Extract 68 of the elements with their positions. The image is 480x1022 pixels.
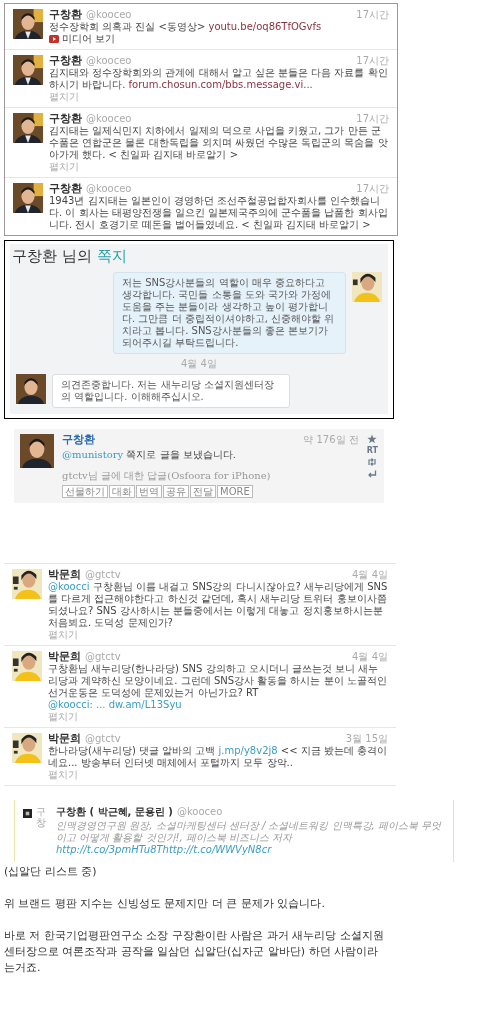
- user-handle: @kooceo: [86, 113, 132, 125]
- user-handle: @kooceo: [176, 806, 223, 818]
- media-link[interactable]: 미디어 보기: [49, 33, 389, 45]
- expand-link[interactable]: 펼치기: [48, 769, 388, 781]
- retweet-icon[interactable]: [367, 457, 378, 467]
- user-handle: @gtctv: [85, 651, 121, 663]
- tweet-text: 1943년 김지태는 일본인이 경영하던 조선주철공업합자회사를 인수했습니다. 이 회사는 태평양전쟁을 일으킨 일본제국주의에 군수품을 납품한 회사입니다. 전시 호경기로 떼돈을 벌어들였네요. < 친일파 김지태 바로알기 >: [49, 195, 389, 231]
- message-bubble: 저는 SNS강사분들의 역할이 매우 중요하다고 생각합니다. 국민들 소통을 도와 국가와 가정에 도움을 주는 분들이라 생각하고 높이 평가합니다. 그만큼 더 중립적이셔야하고, 신중해야할 위치라고 봅니다. SNS강사분들의 좋은 본보기가 되어주시길 부탁드립니다.: [113, 272, 346, 354]
- tweet-time: 4월 4일: [352, 651, 388, 663]
- expand-link[interactable]: 펼치기: [48, 711, 388, 723]
- user-name[interactable]: 구창환: [49, 55, 82, 67]
- tweet-time: 17시간: [356, 183, 389, 195]
- vertical-label: 구창: [36, 806, 46, 830]
- tweet-link[interactable]: forum.chosun.com/bbs.message.vi...: [128, 79, 313, 90]
- tweet-time: 17시간: [356, 55, 389, 67]
- tweet-link[interactable]: youtu.be/oq86TfOGvfs: [208, 21, 322, 32]
- action-button[interactable]: 공유: [163, 485, 189, 498]
- action-button[interactable]: 선물하기: [62, 485, 108, 498]
- tweet-time: 17시간: [356, 113, 389, 125]
- paragraph: 위 브랜드 평판 지수는 신빙성도 문제지만 더 큰 문제가 있습니다.: [4, 896, 326, 912]
- action-button[interactable]: 전달: [190, 485, 216, 498]
- user-handle: @kooceo: [86, 9, 132, 21]
- bio-link[interactable]: http://t.co/3pmHTu8Thttp://t.co/WWVyN8cr: [56, 844, 272, 855]
- star-icon[interactable]: [367, 434, 378, 444]
- user-name[interactable]: 박문희: [48, 651, 81, 663]
- mention-link[interactable]: @munistory: [62, 449, 124, 460]
- square-icon: [23, 809, 32, 818]
- user-name[interactable]: 박문희: [48, 733, 81, 745]
- paragraph: (십알단 리스트 중): [4, 864, 98, 880]
- user-name[interactable]: 구창환: [49, 113, 82, 125]
- user-name[interactable]: 구창환: [49, 9, 82, 21]
- expand-link[interactable]: 펼치기: [48, 629, 388, 641]
- expand-link[interactable]: 펼치기: [49, 161, 389, 173]
- tweet-time: 약 176일 전: [303, 434, 359, 446]
- tweet-text: 정수장학회 의혹과 진실 <동영상> youtu.be/oq86TfOGvfs: [49, 21, 323, 33]
- action-button[interactable]: 대화: [109, 485, 135, 498]
- tweet-source: gtctv님 글에 대한 답글(Osfoora for iPhone): [62, 469, 272, 483]
- tweet-text: @koocci 구창환님 이름 내걸고 SNS강의 다니시잖아요? 새누리당에게 SNS를 다르게 접근해야한다고 하신것 같던데, 혹시 새누리당 트위터 홍보이사쯤 되셨나요? SNS 강사하시는 분들중에서는 이렇게 대놓고 정치홍보하시는분 처음뵈요. 도덕성 문제인가?: [48, 581, 388, 629]
- user-name[interactable]: 박문희: [48, 569, 81, 581]
- tweet-time: 3월 15일: [345, 733, 388, 745]
- user-name[interactable]: 구창환: [49, 183, 82, 195]
- tweet-time: 17시간: [356, 9, 389, 21]
- play-icon: [49, 35, 59, 43]
- tweet-time: 4월 4일: [352, 569, 388, 581]
- paragraph: 바로 저 한국기업평판연구소 소장 구장환이란 사람은 과거 새누리당 소셜지원센터장으로 여론조작과 공작을 일삼던 십알단(십자군 알바단) 하던 사람이라는거죠.: [4, 928, 384, 976]
- message-title: 구창환 님의 쪽지: [10, 244, 388, 270]
- message-bubble: 의견존중합니다. 저는 새누리당 소셜지원센터장의 역할입니다. 이해해주십시오.: [52, 374, 290, 408]
- message-date: 4월 4일: [180, 357, 218, 371]
- tweet-text: 한나라당(새누리당) 댓글 알바의 고백 j.mp/y8v2j8 << 지금 봤는데 충격이네요... 방송부터 인터넷 매체에서 포털까지 모두 장악..: [48, 745, 388, 769]
- action-button[interactable]: MORE: [217, 485, 253, 498]
- user-name[interactable]: 구창환: [62, 434, 95, 446]
- tweet-link[interactable]: @koocci: ... dw.am/L13Syu: [48, 699, 182, 710]
- tweet-text: @munistory 쪽지로 글을 보냈습니다.: [62, 449, 237, 461]
- user-handle: @kooceo: [86, 55, 132, 67]
- tweet-text: 구창환님 새누리당(한나라당) SNS 강의하고 오시더니 글쓰는것 보니 새누리당과 계약하신 모양이네요. 그런데 SNS강사 활동을 하시는 분이 노골적인 선거운동은 도덕성에 문제있는거 아닌가요? RT @koocci: ... dw.am/L13Syu: [48, 663, 388, 711]
- profile-bio: 인맥경영연구원 원장, 소셜마케팅센터 센터장 / 소셜네트워킹 인맥특강, 페이스북 무엇이고 어떻게 활용할 것인가!, 페이스북 비즈니스 저자 http://t.co/3pmHTu8Thttp://t.co/WWVyN8cr: [56, 820, 443, 856]
- action-button[interactable]: 번역: [136, 485, 162, 498]
- user-handle: @gtctv: [85, 569, 121, 581]
- tweet-link[interactable]: @koocci: [48, 581, 90, 592]
- retweet-button[interactable]: RT: [366, 446, 378, 455]
- user-handle: @kooceo: [86, 183, 132, 195]
- tweet-link[interactable]: j.mp/y8v2j8: [218, 745, 278, 756]
- reply-icon[interactable]: [367, 469, 378, 479]
- user-handle: @gtctv: [85, 733, 121, 745]
- expand-link[interactable]: 펼치기: [49, 91, 389, 103]
- tweet-text: 김지태와 정수장학회와의 관계에 대해서 알고 싶은 분들은 다음 자료를 확인하시기 바랍니다. forum.chosun.com/bbs.message.vi...: [49, 67, 389, 91]
- tweet-text: 김지태는 일제식민지 치하에서 일제의 덕으로 사업을 키웠고, 그가 만든 군수품은 연합군은 물론 대한독립을 외치며 싸웠던 수많은 독립군의 목숨을 앗아가게 했다. < 친일파 김지태 바로알기 >: [49, 125, 389, 161]
- user-name[interactable]: 구창환 ( 박근혜, 문용린 ): [56, 806, 173, 818]
